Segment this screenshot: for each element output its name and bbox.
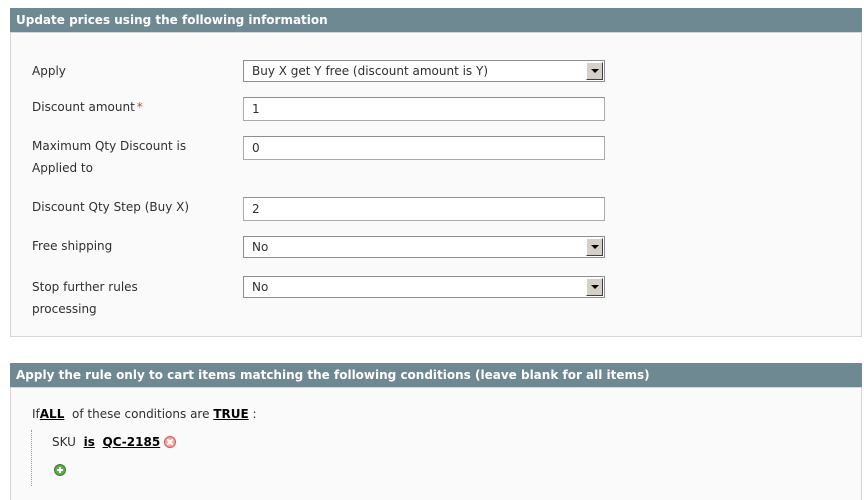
free-shipping-select-value: No: [252, 240, 269, 254]
max-qty-input[interactable]: 0: [243, 136, 605, 160]
condition-value-link[interactable]: TRUE: [213, 407, 248, 421]
rule-attribute: SKU: [52, 435, 76, 449]
apply-select-value: Buy X get Y free (discount amount is Y): [252, 64, 489, 78]
discount-qty-step-input[interactable]: 2: [243, 197, 605, 221]
colon-text: :: [252, 407, 257, 421]
stop-rules-select-value: No: [252, 280, 269, 294]
condition-tree-line: [31, 430, 32, 486]
label-max-qty-line2: Applied to: [32, 161, 93, 175]
label-discount-qty-step: Discount Qty Step (Buy X): [32, 200, 190, 214]
chevron-down-icon[interactable]: [586, 278, 603, 296]
section-header-prices: Update prices using the following inform…: [10, 8, 862, 32]
label-stop-rules-line1: Stop further rules: [32, 280, 138, 294]
if-text: If: [32, 407, 40, 421]
section-header-conditions: Apply the rule only to cart items matchi…: [10, 363, 862, 387]
apply-select[interactable]: Buy X get Y free (discount amount is Y): [243, 60, 605, 82]
conditions-middle-text: of these conditions are: [72, 407, 210, 421]
free-shipping-select[interactable]: No: [243, 236, 605, 258]
rule-operator-link[interactable]: is: [84, 435, 95, 449]
label-apply: Apply: [32, 64, 66, 78]
label-stop-rules-line2: processing: [32, 302, 97, 316]
label-stop-rules: Stop further rules processing: [32, 276, 232, 320]
remove-icon[interactable]: [164, 436, 177, 448]
condition-rule: SKU is QC-2185: [52, 434, 177, 450]
label-max-qty-line1: Maximum Qty Discount is: [32, 139, 187, 153]
label-discount-amount: Discount amount *: [32, 96, 232, 118]
aggregator-link[interactable]: ALL: [40, 407, 65, 421]
rule-value-link[interactable]: QC-2185: [103, 435, 161, 449]
required-marker: *: [136, 100, 143, 114]
stop-rules-select[interactable]: No: [243, 276, 605, 298]
chevron-down-icon[interactable]: [586, 62, 603, 80]
label-max-qty: Maximum Qty Discount is Applied to: [32, 135, 232, 179]
chevron-down-icon[interactable]: [586, 238, 603, 256]
label-discount-amount-text: Discount amount: [32, 100, 135, 114]
add-icon[interactable]: [54, 464, 66, 476]
conditions-aggregator-line: IfALL of these conditions are TRUE :: [32, 406, 257, 422]
discount-amount-input[interactable]: 1: [243, 97, 605, 121]
label-free-shipping: Free shipping: [32, 239, 113, 253]
